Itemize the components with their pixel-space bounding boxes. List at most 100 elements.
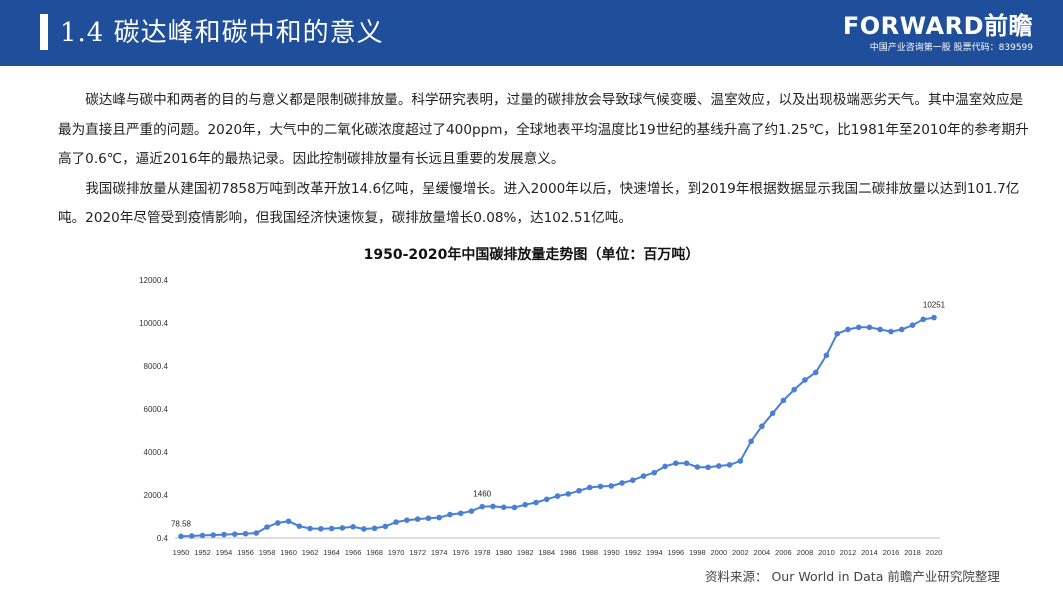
x-tick-label: 2012 xyxy=(840,548,857,557)
data-point xyxy=(511,504,518,511)
data-point xyxy=(759,423,765,430)
data-point xyxy=(802,377,808,383)
data-point xyxy=(414,516,421,522)
x-tick-label: 2002 xyxy=(732,548,749,557)
x-tick-label: 1984 xyxy=(538,548,555,557)
y-tick-label: 8000.4 xyxy=(144,362,169,371)
data-point xyxy=(586,484,593,491)
data-point xyxy=(705,464,711,471)
data-point xyxy=(361,526,367,532)
x-tick-label: 1990 xyxy=(603,548,620,557)
data-point xyxy=(425,515,432,522)
data-point xyxy=(920,316,927,323)
data-point xyxy=(350,524,356,530)
x-tick-label: 1972 xyxy=(409,548,426,557)
data-point xyxy=(608,483,615,489)
x-tick-label: 1980 xyxy=(495,548,512,557)
data-point xyxy=(533,499,539,506)
data-point xyxy=(318,525,324,532)
data-point xyxy=(726,462,733,468)
data-point xyxy=(845,326,851,333)
x-tick-label: 1958 xyxy=(259,548,276,557)
x-tick-label: 1982 xyxy=(517,548,534,557)
x-tick-label: 1996 xyxy=(667,548,684,557)
x-tick-label: 1960 xyxy=(280,548,297,557)
data-point xyxy=(436,514,442,521)
x-tick-label: 1968 xyxy=(366,548,383,557)
data-point xyxy=(931,314,937,321)
data-point xyxy=(253,530,260,536)
data-point xyxy=(683,460,690,466)
data-label: 78.58 xyxy=(171,519,192,528)
x-tick-label: 1978 xyxy=(474,548,491,557)
x-tick-label: 1970 xyxy=(388,548,405,557)
series-line xyxy=(180,316,935,538)
data-point xyxy=(565,491,572,497)
x-tick-label: 1954 xyxy=(216,548,233,557)
x-tick-label: 2018 xyxy=(904,548,921,557)
data-point xyxy=(382,523,389,530)
data-point xyxy=(651,469,658,476)
data-point xyxy=(447,511,453,518)
data-point xyxy=(619,480,625,486)
data-point xyxy=(855,324,862,331)
data-point xyxy=(769,410,776,417)
data-point xyxy=(791,386,797,393)
data-point xyxy=(812,369,819,376)
data-point xyxy=(522,501,529,508)
x-tick-label: 2008 xyxy=(797,548,814,557)
x-tick-label: 1962 xyxy=(302,548,319,557)
data-point xyxy=(576,487,582,494)
data-label: 10251 xyxy=(923,301,946,310)
x-tick-label: 2016 xyxy=(883,548,900,557)
y-tick-label: 4000.4 xyxy=(144,448,169,457)
y-axis: 0.4 2000.4 4000.4 6000.4 8000.4 10000.4 12000.… xyxy=(139,276,168,543)
data-point xyxy=(737,458,744,464)
x-tick-label: 1950 xyxy=(173,548,190,557)
data-point xyxy=(748,438,754,445)
data-point xyxy=(597,483,604,490)
x-tick-label: 2020 xyxy=(926,548,943,557)
x-tick-label: 1956 xyxy=(237,548,254,557)
data-point xyxy=(694,464,701,470)
data-point xyxy=(554,493,561,499)
source-note: 资料来源： Our World in Data 前瞻产业研究院整理 xyxy=(705,569,1000,584)
x-tick-label: 1952 xyxy=(194,548,211,557)
data-point xyxy=(264,524,270,530)
x-tick-label: 2014 xyxy=(861,548,878,557)
data-point xyxy=(630,477,636,483)
data-point xyxy=(242,530,249,537)
data-point xyxy=(640,473,647,479)
data-point xyxy=(662,463,668,470)
y-tick-label: 6000.4 xyxy=(144,405,169,414)
x-tick-label: 1976 xyxy=(452,548,469,557)
x-tick-label: 2010 xyxy=(818,548,835,557)
x-tick-label: 1992 xyxy=(624,548,641,557)
data-point xyxy=(673,460,679,466)
data-label: 1460 xyxy=(473,490,491,499)
x-tick-label: 1966 xyxy=(345,548,362,557)
data-point xyxy=(500,504,507,511)
data-point xyxy=(866,324,873,331)
data-point xyxy=(898,326,905,333)
x-tick-label: 1998 xyxy=(689,548,706,557)
data-point xyxy=(188,533,195,539)
data-point xyxy=(479,503,486,510)
data-point xyxy=(307,525,313,532)
data-point xyxy=(909,322,916,328)
x-tick-label: 2004 xyxy=(754,548,771,557)
data-point xyxy=(877,326,884,333)
data-point xyxy=(780,397,787,404)
data-point xyxy=(210,532,217,538)
emissions-line-chart: 0.4 2000.4 4000.4 6000.4 8000.4 10000.4 12000.… xyxy=(139,276,946,557)
x-tick-label: 1986 xyxy=(560,548,577,557)
y-tick-label: 10000.4 xyxy=(139,319,168,328)
data-point xyxy=(404,517,410,523)
data-point xyxy=(231,531,238,537)
data-point xyxy=(490,503,496,510)
series-emissions xyxy=(178,314,937,540)
data-point xyxy=(888,328,894,335)
data-point xyxy=(716,463,722,469)
data-point xyxy=(275,520,281,526)
y-tick-label: 12000.4 xyxy=(139,276,168,285)
